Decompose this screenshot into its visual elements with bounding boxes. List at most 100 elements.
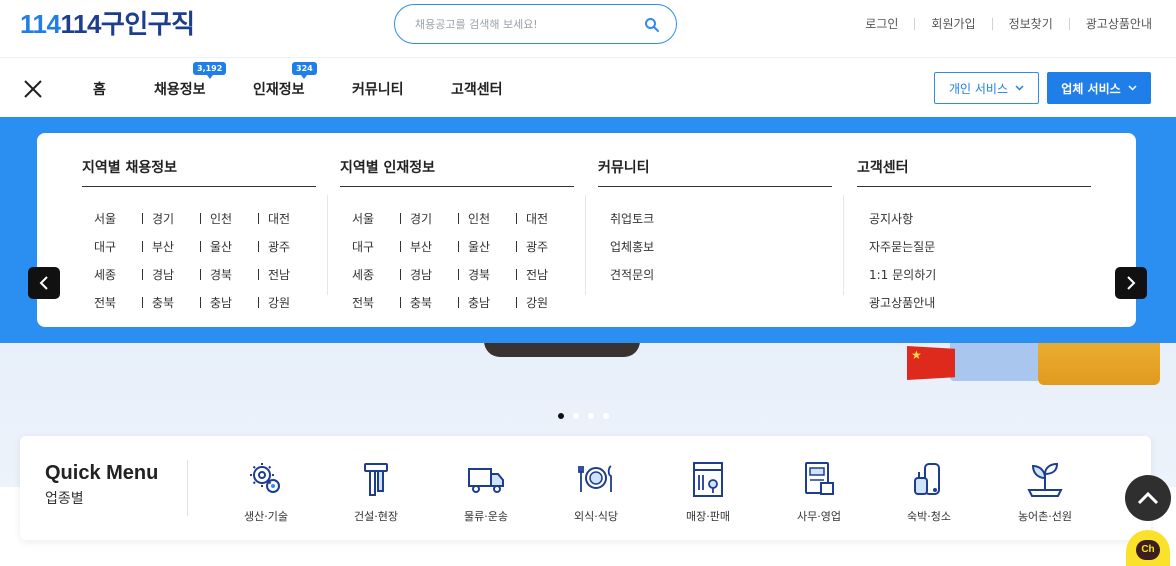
job-region-link[interactable]: 충북 bbox=[152, 294, 191, 311]
carousel-dots bbox=[558, 413, 609, 419]
talent-region-link[interactable]: 충남 bbox=[468, 294, 507, 311]
carousel-dot-1[interactable] bbox=[558, 413, 564, 419]
job-region-link[interactable]: 세종 bbox=[94, 266, 133, 283]
business-service-button[interactable]: 업체 서비스 bbox=[1047, 72, 1151, 104]
quick-item-retail[interactable]: 매장·판매 bbox=[663, 460, 753, 524]
talent-region-link[interactable]: 경남 bbox=[410, 266, 449, 283]
carousel-dot-2[interactable] bbox=[573, 413, 579, 419]
talent-region-link[interactable]: 세종 bbox=[352, 266, 391, 283]
talent-region-link[interactable]: 부산 bbox=[410, 238, 449, 255]
divider bbox=[843, 195, 844, 295]
support-column: 고객센터 공지사항 자주묻는질문 1:1 문의하기 광고상품안내 bbox=[857, 133, 1092, 327]
support-title: 고객센터 bbox=[857, 160, 909, 176]
personal-service-button[interactable]: 개인 서비스 bbox=[934, 72, 1039, 104]
divider bbox=[598, 186, 832, 187]
nav-jobs[interactable]: 채용정보 3,192 bbox=[154, 62, 227, 99]
job-region-link[interactable]: 강원 bbox=[268, 294, 307, 311]
nav-home[interactable]: 홈 bbox=[93, 79, 106, 99]
job-region-link[interactable]: 경북 bbox=[210, 266, 249, 283]
job-region-grid: 서울 경기 인천 대전 대구 부산 울산 광주 세종 경남 경북 전남 전북 충북 충남 강원 bbox=[94, 204, 307, 316]
quick-item-construction[interactable]: 건설·현장 bbox=[331, 460, 421, 524]
job-region-link[interactable]: 부산 bbox=[152, 238, 191, 255]
search-box bbox=[394, 4, 677, 44]
talent-region-link[interactable]: 전북 bbox=[352, 294, 391, 311]
talent-region-link[interactable]: 인천 bbox=[468, 210, 507, 227]
talent-region-link[interactable]: 울산 bbox=[468, 238, 507, 255]
store-icon bbox=[693, 462, 723, 497]
talent-region-link[interactable]: 전남 bbox=[526, 266, 565, 283]
talent-region-link[interactable]: 대전 bbox=[526, 210, 565, 227]
search-input[interactable] bbox=[415, 14, 635, 34]
chevron-left-icon bbox=[39, 276, 48, 290]
talent-region-link[interactable]: 대구 bbox=[352, 238, 391, 255]
job-region-link[interactable]: 경기 bbox=[152, 210, 191, 227]
vacuum-icon bbox=[914, 463, 940, 495]
quick-menu-subtitle: 업종별 bbox=[45, 491, 84, 507]
nav-talent[interactable]: 인재정보 324 bbox=[253, 62, 317, 99]
close-icon[interactable] bbox=[22, 78, 44, 100]
job-region-link[interactable]: 전북 bbox=[94, 294, 133, 311]
support-list: 공지사항 자주묻는질문 1:1 문의하기 광고상품안내 bbox=[869, 204, 936, 316]
divider bbox=[187, 460, 188, 516]
divider bbox=[857, 186, 1091, 187]
quick-item-logistics[interactable]: 물류·운송 bbox=[441, 460, 531, 524]
talent-region-column: 지역별 인재정보 서울 경기 인천 대전 대구 부산 울산 광주 세종 경남 경북 전남 전북 충북… bbox=[340, 133, 575, 327]
job-region-link[interactable]: 광주 bbox=[268, 238, 307, 255]
chevron-down-icon bbox=[1128, 85, 1137, 91]
carousel-dot-4[interactable] bbox=[603, 413, 609, 419]
community-link[interactable]: 업체홍보 bbox=[610, 232, 654, 260]
scroll-to-top-button[interactable] bbox=[1125, 475, 1171, 521]
community-link[interactable]: 견적문의 bbox=[610, 260, 654, 288]
talent-count-badge: 324 bbox=[292, 62, 317, 79]
quick-menu-title: Quick Menu bbox=[45, 462, 159, 484]
quick-item-dining[interactable]: 외식·식당 bbox=[551, 460, 641, 524]
quick-item-office[interactable]: 사무·영업 bbox=[774, 460, 864, 524]
talent-region-link[interactable]: 강원 bbox=[526, 294, 565, 311]
nav-support[interactable]: 고객센터 bbox=[451, 79, 503, 99]
chevron-down-icon bbox=[1015, 85, 1024, 91]
job-region-link[interactable]: 서울 bbox=[94, 210, 133, 227]
job-region-link[interactable]: 충남 bbox=[210, 294, 249, 311]
quick-item-agriculture[interactable]: 농어촌·선원 bbox=[1000, 460, 1090, 524]
carousel-dot-3[interactable] bbox=[588, 413, 594, 419]
find-info-link[interactable]: 정보찾기 bbox=[993, 15, 1069, 32]
talent-region-link[interactable]: 경기 bbox=[410, 210, 449, 227]
job-region-title: 지역별 채용정보 bbox=[82, 160, 178, 176]
job-region-link[interactable]: 대전 bbox=[268, 210, 307, 227]
talent-region-link[interactable]: 광주 bbox=[526, 238, 565, 255]
job-region-link[interactable]: 인천 bbox=[210, 210, 249, 227]
jobs-count-badge: 3,192 bbox=[193, 62, 227, 79]
job-region-link[interactable]: 울산 bbox=[210, 238, 249, 255]
talent-region-link[interactable]: 서울 bbox=[352, 210, 391, 227]
talent-region-link[interactable]: 충북 bbox=[410, 294, 449, 311]
support-link[interactable]: 1:1 문의하기 bbox=[869, 260, 936, 288]
divider bbox=[340, 186, 574, 187]
community-column: 커뮤니티 취업토크 업체홍보 견적문의 bbox=[598, 133, 833, 327]
support-link[interactable]: 공지사항 bbox=[869, 204, 936, 232]
community-link[interactable]: 취업토크 bbox=[610, 204, 654, 232]
chat-icon: Ch bbox=[1136, 540, 1160, 560]
job-region-column: 지역별 채용정보 서울 경기 인천 대전 대구 부산 울산 광주 세종 경남 경북 전남 전북 충북… bbox=[82, 133, 317, 327]
quick-item-lodging[interactable]: 숙박·청소 bbox=[884, 460, 974, 524]
quick-menu: Quick Menu 업종별 생산·기술 건설·현장 물류·운송 외식·식당 매… bbox=[20, 436, 1151, 540]
next-slide-button[interactable] bbox=[1115, 267, 1147, 299]
nav-community[interactable]: 커뮤니티 bbox=[352, 79, 404, 99]
divider bbox=[585, 195, 586, 295]
job-region-link[interactable]: 대구 bbox=[94, 238, 133, 255]
talent-region-title: 지역별 인재정보 bbox=[340, 160, 436, 176]
login-link[interactable]: 로그인 bbox=[849, 15, 914, 32]
job-region-link[interactable]: 전남 bbox=[268, 266, 307, 283]
support-link[interactable]: 광고상품안내 bbox=[869, 288, 936, 316]
job-region-link[interactable]: 경남 bbox=[152, 266, 191, 283]
talent-region-link[interactable]: 경북 bbox=[468, 266, 507, 283]
prev-slide-button[interactable] bbox=[28, 267, 60, 299]
support-link[interactable]: 자주묻는질문 bbox=[869, 232, 936, 260]
chat-button[interactable]: Ch bbox=[1126, 530, 1170, 566]
signup-link[interactable]: 회원가입 bbox=[915, 15, 991, 32]
ad-products-link[interactable]: 광고상품안내 bbox=[1070, 15, 1152, 32]
chevron-up-icon bbox=[1137, 491, 1159, 505]
china-flag-icon: ★ bbox=[907, 346, 955, 380]
quick-item-production[interactable]: 생산·기술 bbox=[221, 460, 311, 524]
search-icon[interactable] bbox=[644, 17, 660, 33]
site-logo[interactable]: 114114구인구직 bbox=[20, 9, 195, 39]
